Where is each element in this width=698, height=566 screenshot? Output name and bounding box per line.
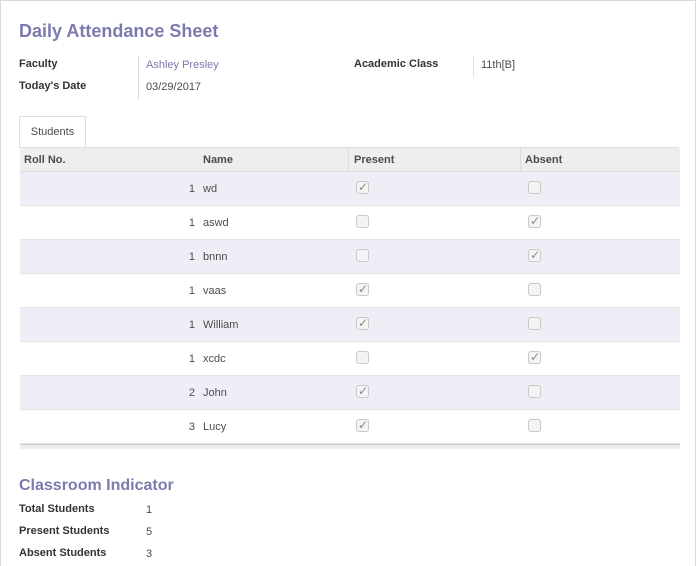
field-divider: [138, 56, 139, 100]
academic-class-value: 11th[B]: [481, 59, 516, 71]
checkmark-icon: ✓: [530, 350, 541, 364]
checkmark-icon: ✓: [530, 248, 541, 262]
absent-checkbox[interactable]: ✓: [528, 181, 541, 194]
present-checkbox[interactable]: ✓: [356, 282, 369, 296]
present-checkbox[interactable]: ✓: [356, 180, 369, 194]
absent-students-label: Absent Students: [19, 547, 107, 559]
form-title: Daily Attendance Sheet: [19, 21, 219, 41]
present-checkbox[interactable]: ✓: [356, 384, 369, 398]
table-row[interactable]: 1 wd ✓ ✓: [20, 172, 680, 206]
checkmark-icon: ✓: [358, 180, 369, 194]
student-name-cell: xcdc: [203, 353, 226, 365]
student-name-cell: aswd: [203, 217, 229, 229]
roll-no-cell: 1: [188, 285, 195, 297]
table-row[interactable]: 1 vaas ✓ ✓: [20, 274, 680, 308]
student-name-cell: wd: [203, 183, 218, 195]
roll-no-cell: 1: [188, 353, 195, 365]
form-sheet: Daily Attendance Sheet Faculty Ashley Pr…: [0, 0, 696, 566]
tab-students[interactable]: Students: [19, 116, 86, 148]
present-checkbox[interactable]: ✓: [356, 249, 369, 262]
present-students-value: 5: [146, 526, 153, 538]
absent-checkbox[interactable]: ✓: [528, 283, 541, 296]
checkmark-icon: ✓: [530, 214, 541, 228]
present-checkbox[interactable]: ✓: [356, 316, 369, 330]
header-absent[interactable]: Absent: [525, 154, 562, 166]
absent-checkbox[interactable]: ✓: [528, 385, 541, 398]
date-value: 03/29/2017: [146, 81, 202, 93]
checkmark-icon: ✓: [358, 316, 369, 330]
checkmark-icon: ✓: [358, 418, 369, 432]
table-row[interactable]: 1 William ✓ ✓: [20, 308, 680, 342]
roll-no-cell: 1: [188, 183, 195, 195]
absent-checkbox[interactable]: ✓: [528, 317, 541, 330]
present-checkbox[interactable]: ✓: [356, 418, 369, 432]
absent-students-value: 3: [146, 548, 153, 560]
column-separator: [348, 148, 349, 172]
absent-checkbox[interactable]: ✓: [528, 350, 541, 364]
total-students-label: Total Students: [19, 503, 95, 515]
absent-checkbox[interactable]: ✓: [528, 214, 541, 228]
student-name-cell: William: [203, 319, 239, 331]
present-students-label: Present Students: [19, 525, 110, 537]
total-students-value: 1: [146, 504, 153, 516]
table-row[interactable]: 1 aswd ✓ ✓: [20, 206, 680, 240]
column-separator: [520, 148, 521, 172]
field-divider: [473, 56, 474, 77]
table-header: Roll No. Name Present Absent: [20, 148, 680, 172]
student-name-cell: bnnn: [203, 251, 228, 263]
checkmark-icon: ✓: [358, 282, 369, 296]
student-name-cell: John: [203, 387, 227, 399]
absent-checkbox[interactable]: ✓: [528, 248, 541, 262]
roll-no-cell: 1: [188, 251, 195, 263]
header-roll-no[interactable]: Roll No.: [24, 154, 66, 166]
roll-no-cell: 1: [188, 217, 195, 229]
header-name[interactable]: Name: [203, 154, 233, 166]
faculty-value-link[interactable]: Ashley Presley: [146, 59, 219, 71]
roll-no-cell: 3: [188, 421, 195, 433]
attendance-table-body: 1 wd ✓ ✓ 1 aswd ✓ ✓ 1 bnnn ✓ ✓ 1 vaas ✓ ✓ 1 William ✓ ✓ 1 xcd…: [20, 172, 680, 444]
indicator-title: Classroom Indicator: [19, 477, 174, 494]
table-row[interactable]: 2 John ✓ ✓: [20, 376, 680, 410]
student-name-cell: Lucy: [203, 421, 227, 433]
absent-checkbox[interactable]: ✓: [528, 419, 541, 432]
present-checkbox[interactable]: ✓: [356, 215, 369, 228]
faculty-label: Faculty: [19, 58, 58, 70]
table-footer: [20, 444, 680, 449]
roll-no-cell: 1: [188, 319, 195, 331]
present-checkbox[interactable]: ✓: [356, 351, 369, 364]
academic-class-label: Academic Class: [354, 58, 439, 70]
student-name-cell: vaas: [203, 285, 227, 297]
header-present[interactable]: Present: [354, 154, 394, 166]
table-row[interactable]: 1 xcdc ✓ ✓: [20, 342, 680, 376]
checkmark-icon: ✓: [358, 384, 369, 398]
date-label: Today's Date: [19, 80, 87, 92]
roll-no-cell: 2: [188, 387, 195, 399]
table-row[interactable]: 1 bnnn ✓ ✓: [20, 240, 680, 274]
table-row[interactable]: 3 Lucy ✓ ✓: [20, 410, 680, 444]
